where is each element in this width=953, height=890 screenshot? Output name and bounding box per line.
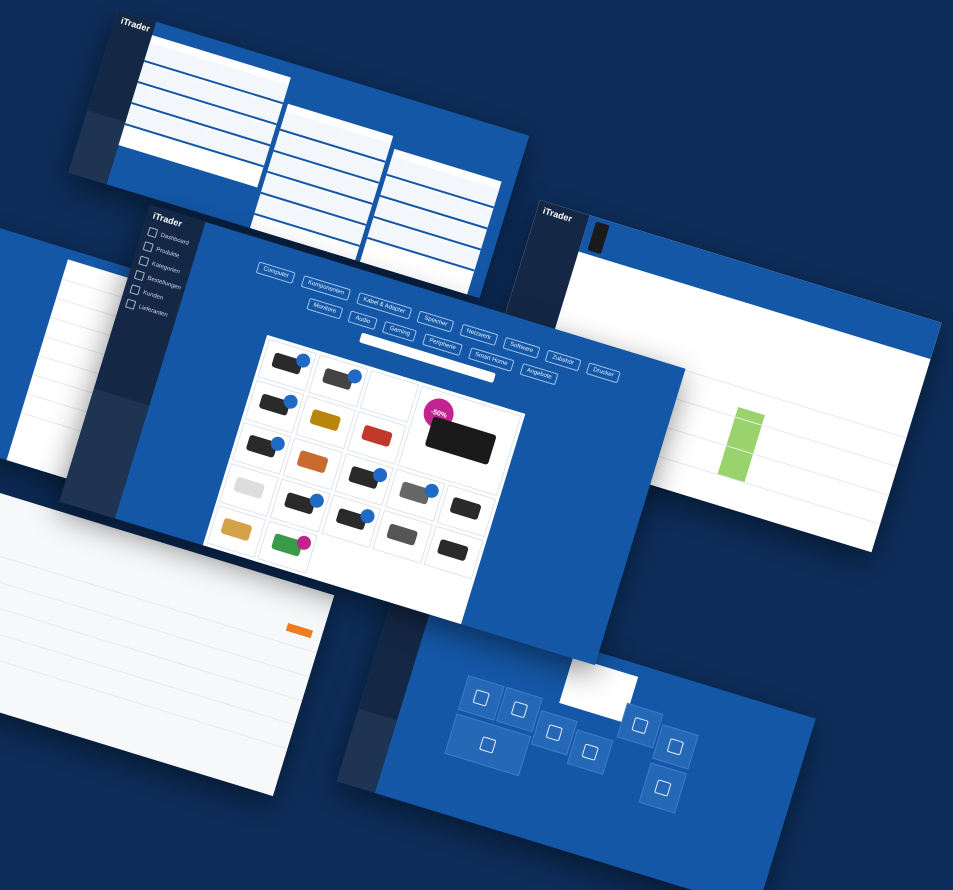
category-chip[interactable]: Netzwerk [459, 323, 498, 346]
tile-stock[interactable] [566, 729, 614, 775]
megaphone-icon [479, 736, 497, 754]
order-icon [133, 269, 146, 282]
primary-action-button[interactable] [285, 622, 314, 639]
cart-icon [472, 689, 490, 707]
category-chip[interactable]: Komponenten [300, 275, 352, 302]
category-chip[interactable]: Software [502, 336, 541, 359]
category-icon [138, 255, 150, 267]
user-icon [545, 724, 563, 742]
supplier-icon [125, 298, 137, 310]
box-icon [510, 700, 529, 719]
customer-icon [129, 284, 141, 296]
chart-icon [631, 716, 649, 735]
category-chip[interactable]: Zubehör [544, 349, 582, 372]
app-logo: iTrader [119, 15, 152, 34]
warehouse-icon [581, 743, 599, 761]
dashboard-icon [146, 226, 159, 239]
tile-settings[interactable] [651, 724, 699, 770]
gear-icon [666, 738, 685, 756]
app-logo: iTrader [541, 205, 574, 224]
category-chip[interactable]: Drucker [585, 362, 621, 384]
help-icon [654, 779, 672, 797]
category-chip[interactable]: Speicher [416, 310, 455, 333]
product-thumbnail [587, 221, 610, 255]
sidebar: iTrader [336, 590, 434, 793]
order-panel-left [118, 35, 291, 188]
screenshot-collage: iTrader iTrader iTrader Dashboard Produk… [0, 0, 953, 890]
category-chip[interactable]: Computer [255, 261, 296, 285]
product-header-bar [578, 215, 942, 360]
tile-support[interactable] [638, 762, 688, 814]
product-icon [142, 241, 154, 253]
